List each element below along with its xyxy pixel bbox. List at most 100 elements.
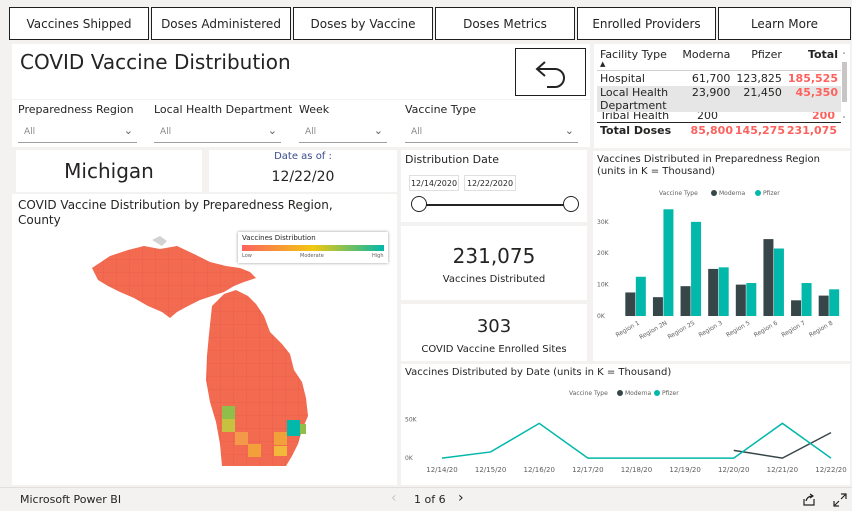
bar-moderna[interactable] (625, 292, 636, 316)
table-row[interactable]: Tribal Health 200 200 (597, 112, 841, 122)
table-row[interactable]: Hospital 61,700 123,825 185,525 (597, 70, 841, 86)
table-cell: Tribal Health (600, 112, 670, 122)
date-range-track (419, 204, 571, 206)
table-cell: 200 (812, 112, 835, 122)
county-highlight[interactable] (287, 420, 300, 436)
nav-button-doses-administered[interactable]: Doses Administered (151, 7, 291, 40)
share-icon[interactable] (802, 493, 816, 507)
county-highlight[interactable] (222, 419, 235, 432)
bar-moderna[interactable] (818, 295, 829, 316)
previous-page-icon[interactable]: ‹ (391, 490, 397, 506)
powerbi-brand-link[interactable]: Microsoft Power BI (20, 493, 121, 506)
x-tick-label: 12/17/20 (572, 466, 603, 474)
nav-button-vaccines-shipped[interactable]: Vaccines Shipped (9, 7, 149, 40)
nav-button-enrolled-providers[interactable]: Enrolled Providers (577, 7, 716, 40)
dropdown-value: All (160, 126, 172, 137)
bar-moderna[interactable] (791, 300, 802, 316)
bar-moderna[interactable] (680, 286, 691, 316)
legend-pfizer-label: Pfizer (763, 190, 780, 197)
chevron-down-icon: ⌄ (123, 124, 133, 137)
week-label: Week (299, 103, 330, 116)
vaccines-distributed-label: Vaccines Distributed (442, 274, 546, 285)
x-tick-label: 12/22/20 (815, 466, 846, 474)
table-cell: 45,350 (795, 86, 838, 99)
week-dropdown[interactable]: All ⌄ (299, 121, 387, 143)
vaccines-distributed-value: 231,075 (452, 244, 536, 268)
legend-pfizer-marker (755, 190, 761, 196)
nav-button-doses-metrics[interactable]: Doses Metrics (435, 7, 575, 40)
county-highlight[interactable] (274, 446, 287, 456)
scroll-up-icon[interactable]: ˄ (841, 52, 847, 60)
bar-pfizer[interactable] (691, 221, 702, 316)
date-as-of-card: Date as of : 12/22/20 (209, 150, 397, 192)
bar-pfizer[interactable] (663, 209, 674, 316)
y-tick-label: 0K (597, 313, 606, 320)
col-header-facility[interactable]: Facility Type ▲ (597, 48, 679, 70)
back-button[interactable] (515, 48, 586, 96)
nav-button-doses-by-vaccine[interactable]: Doses by Vaccine (293, 7, 433, 40)
bar-pfizer[interactable] (801, 283, 812, 316)
county-highlight[interactable] (274, 432, 287, 445)
date-as-of-value: 12/22/20 (271, 169, 335, 185)
bar-moderna[interactable] (735, 284, 746, 316)
preparedness-region-label: Preparedness Region (18, 103, 134, 116)
end-date-input[interactable]: 12/22/2020 (464, 175, 516, 191)
table-cell: 23,900 (691, 86, 731, 99)
x-tick-label: 12/20/20 (718, 466, 749, 474)
start-date-input[interactable]: 12/14/2020 (409, 175, 459, 191)
county-highlight[interactable] (300, 424, 306, 434)
legend-moderna-marker (711, 190, 717, 196)
y-tick-label: 10K (597, 282, 610, 289)
bar-pfizer[interactable] (718, 267, 729, 316)
bar-moderna[interactable] (708, 268, 719, 316)
x-tick-label: 12/18/20 (621, 466, 652, 474)
x-tick-label: Region 5 (725, 320, 751, 339)
table-scrollbar[interactable]: ˄ ˅ (841, 52, 847, 132)
x-tick-label: Region 3 (697, 320, 723, 339)
preparedness-region-dropdown[interactable]: All ⌄ (18, 121, 137, 143)
date-range-start-handle[interactable] (411, 196, 427, 212)
county-highlight[interactable] (235, 432, 248, 445)
county-highlight[interactable] (222, 406, 235, 419)
page-indicator: 1 of 6 (414, 493, 446, 506)
michigan-map[interactable] (12, 194, 397, 485)
y-tick-label: 20K (597, 250, 610, 257)
bar-pfizer[interactable] (773, 248, 784, 316)
legend-moderna-label: Moderna (625, 390, 652, 397)
table-cell: 61,700 (691, 71, 731, 85)
table-row[interactable]: Local Health Department 23,900 21,450 45… (597, 86, 841, 112)
y-tick-label: 50K (405, 416, 418, 423)
col-header-total[interactable]: Total (785, 48, 841, 70)
facility-table[interactable]: Facility Type ▲ Moderna Pfizer Total Hosp… (597, 48, 841, 137)
lower-peninsula-shape[interactable] (206, 290, 308, 466)
region-bar-chart[interactable]: Vaccine Type Moderna Pfizer 0K 10K 20K 30K Regi… (593, 151, 850, 361)
x-tick-label: Region 2S (667, 320, 697, 341)
line-moderna[interactable] (733, 431, 832, 459)
date-line-chart[interactable]: Vaccine Type Moderna Pfizer 0K 50K 12/14/20 12… (401, 364, 850, 485)
line-pfizer[interactable] (441, 422, 832, 459)
fullscreen-icon[interactable] (833, 493, 847, 507)
date-range-end-handle[interactable] (563, 196, 579, 212)
bar-moderna[interactable] (763, 239, 774, 316)
enrolled-sites-card: 303 COVID Vaccine Enrolled Sites (401, 304, 587, 361)
county-highlight[interactable] (248, 444, 261, 457)
title-card: COVID Vaccine Distribution (12, 44, 590, 99)
dropdown-value: All (24, 126, 36, 137)
legend-title: Vaccine Type (659, 190, 698, 197)
vaccine-type-dropdown[interactable]: All ⌄ (405, 121, 578, 143)
col-header-moderna[interactable]: Moderna (679, 48, 733, 70)
next-page-icon[interactable]: › (458, 490, 464, 506)
col-header-pfizer[interactable]: Pfizer (733, 48, 785, 70)
scrollbar-thumb[interactable] (841, 62, 847, 102)
bar-moderna[interactable] (652, 297, 663, 316)
table-cell: 85,800 (690, 124, 733, 137)
scroll-down-icon[interactable]: ˅ (841, 116, 847, 124)
table-cell: 145,275 (734, 124, 785, 137)
nav-button-learn-more[interactable]: Learn More (718, 7, 851, 40)
local-health-department-dropdown[interactable]: All ⌄ (154, 121, 281, 143)
bar-pfizer[interactable] (746, 283, 757, 316)
bar-pfizer[interactable] (829, 289, 840, 316)
bar-pfizer[interactable] (635, 276, 646, 316)
vaccine-type-label: Vaccine Type (405, 103, 477, 116)
sort-ascending-icon: ▲ (600, 60, 606, 68)
